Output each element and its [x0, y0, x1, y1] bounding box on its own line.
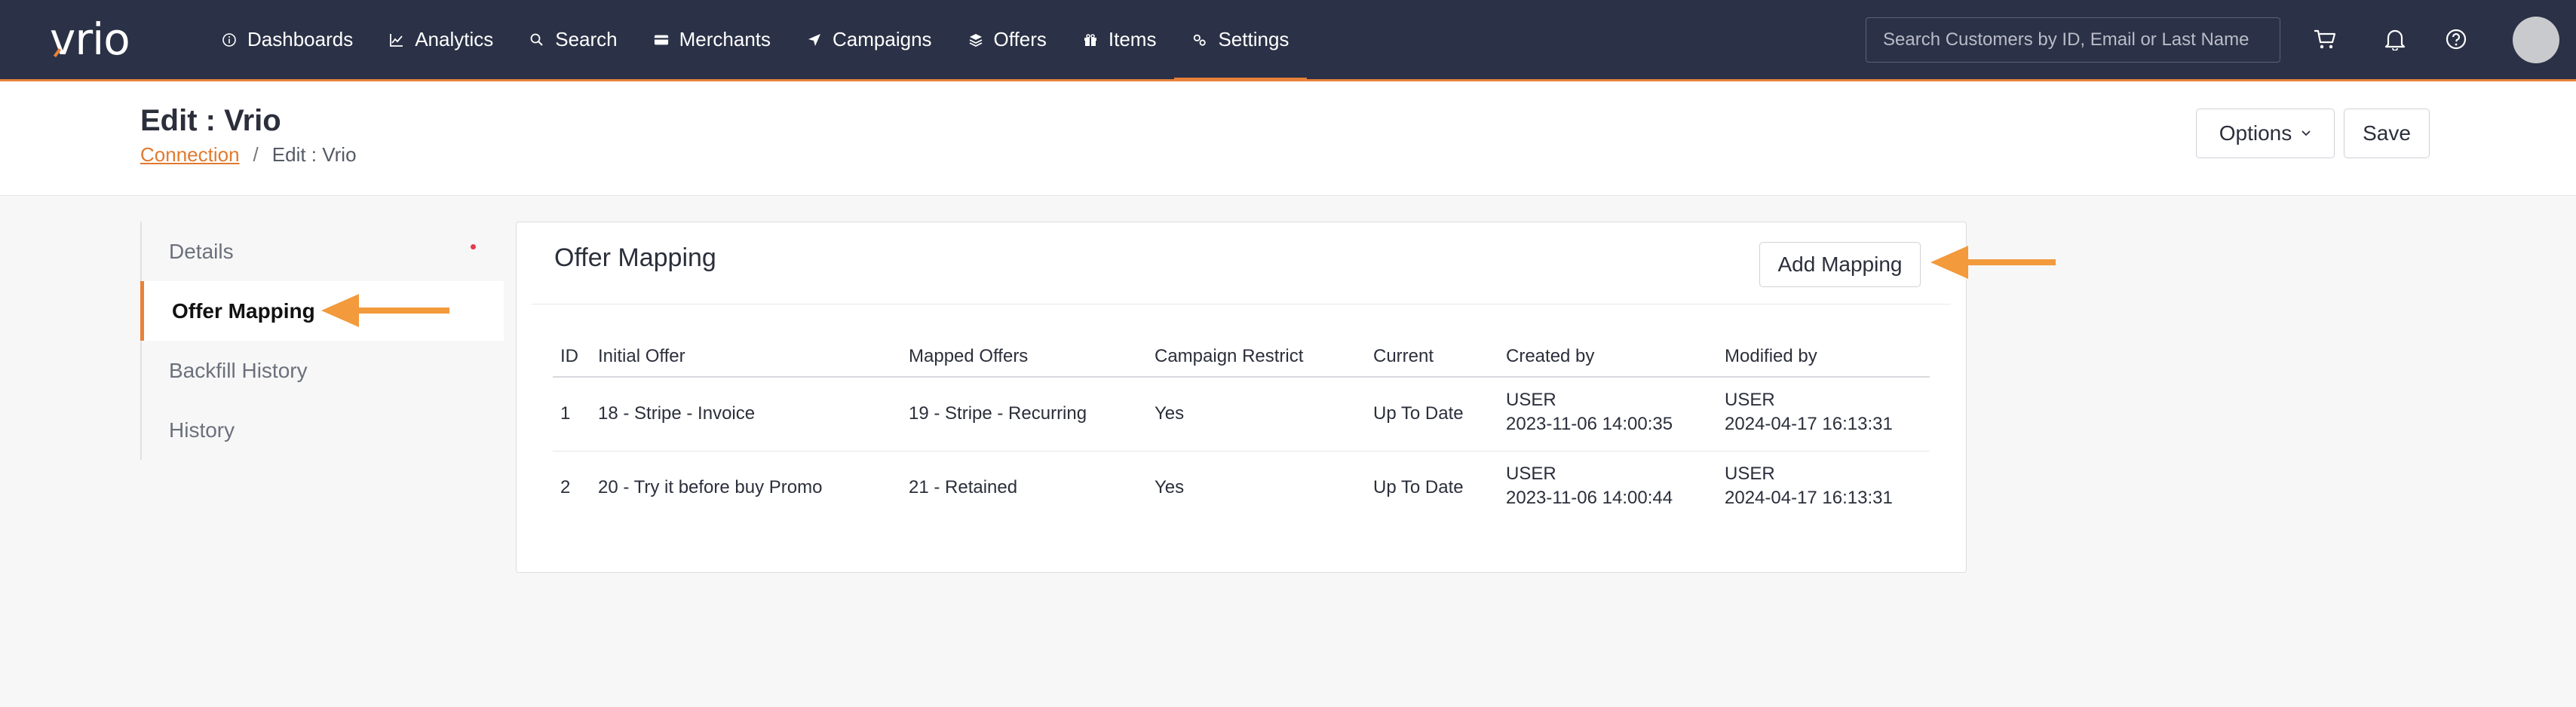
- card-title: Offer Mapping: [554, 243, 716, 272]
- line-chart-icon: [389, 32, 404, 47]
- nav-label: Analytics: [415, 28, 494, 50]
- divider: [532, 304, 1951, 305]
- modified-user: USER: [1725, 464, 1775, 484]
- cell-campaign-restrict: Yes: [1155, 403, 1185, 424]
- cell-modified-by: USER 2024-04-17 16:13:31: [1725, 462, 1893, 510]
- add-mapping-button[interactable]: Add Mapping: [1759, 242, 1921, 287]
- cell-initial-offer: 20 - Try it before buy Promo: [598, 477, 823, 497]
- nav-label: Offers: [993, 28, 1047, 50]
- info-circle-icon: [222, 32, 237, 47]
- subnav-label: Offer Mapping: [172, 298, 315, 323]
- gears-icon: [1192, 32, 1207, 47]
- layers-icon: [968, 32, 983, 47]
- help-icon[interactable]: [2441, 24, 2471, 54]
- offer-mapping-card: Offer Mapping Add Mapping ID Initial Off…: [516, 222, 1967, 573]
- top-navbar: vrio Dashboards Analytics Search Merchan…: [0, 0, 2576, 81]
- created-at: 2023-11-06 14:00:44: [1506, 488, 1673, 508]
- annotation-arrow-left-icon: [321, 294, 449, 327]
- avatar[interactable]: [2513, 17, 2559, 63]
- table-header: ID Initial Offer Mapped Offers Campaign …: [553, 337, 1930, 378]
- offer-mapping-table: ID Initial Offer Mapped Offers Campaign …: [553, 337, 1930, 525]
- cell-modified-by: USER 2024-04-17 16:13:31: [1725, 388, 1893, 436]
- cell-mapped-offers: 19 - Stripe - Recurring: [909, 403, 1087, 424]
- subnav-item-backfill-history[interactable]: Backfill History: [142, 341, 505, 400]
- nav-label: Merchants: [679, 28, 771, 50]
- created-at: 2023-11-06 14:00:35: [1506, 414, 1673, 434]
- nav-item-settings[interactable]: Settings: [1174, 0, 1308, 81]
- logo-text: vrio: [50, 14, 130, 65]
- breadcrumb-connection-link[interactable]: Connection: [140, 143, 240, 167]
- cell-mapped-offers: 21 - Retained: [909, 477, 1018, 497]
- customer-search-input[interactable]: [1866, 17, 2280, 63]
- main-nav: Dashboards Analytics Search Merchants Ca…: [204, 0, 1308, 81]
- cell-current: Up To Date: [1373, 403, 1464, 424]
- nav-item-offers[interactable]: Offers: [950, 0, 1065, 79]
- chevron-down-icon: [2301, 130, 2311, 137]
- created-user: USER: [1506, 464, 1556, 484]
- created-user: USER: [1506, 390, 1556, 410]
- modified-at: 2024-04-17 16:13:31: [1725, 488, 1893, 508]
- nav-label: Settings: [1218, 28, 1290, 50]
- bell-icon[interactable]: [2380, 24, 2410, 54]
- nav-item-dashboards[interactable]: Dashboards: [204, 0, 371, 79]
- breadcrumb-separator: /: [253, 143, 259, 166]
- cell-initial-offer: 18 - Stripe - Invoice: [598, 403, 756, 424]
- subnav-label: Details: [169, 239, 234, 263]
- vrio-logo[interactable]: vrio: [50, 15, 170, 63]
- cart-icon[interactable]: [2310, 24, 2340, 54]
- column-header: Mapped Offers: [909, 346, 1029, 366]
- settings-subnav: Details Offer Mapping Backfill History H…: [140, 222, 505, 460]
- cell-campaign-restrict: Yes: [1155, 477, 1185, 497]
- gift-box-icon: [1083, 32, 1098, 47]
- nav-item-search[interactable]: Search: [511, 0, 635, 79]
- annotation-arrow-left-icon: [1930, 246, 2056, 279]
- column-header: Created by: [1506, 346, 1595, 366]
- nav-label: Items: [1108, 28, 1157, 50]
- nav-label: Campaigns: [833, 28, 932, 50]
- page-header: Edit : Vrio Connection / Edit : Vrio Opt…: [0, 81, 2576, 196]
- subnav-item-details[interactable]: Details: [142, 222, 505, 281]
- options-label: Options: [2219, 121, 2292, 145]
- cell-current: Up To Date: [1373, 477, 1464, 497]
- save-button[interactable]: Save: [2344, 109, 2430, 158]
- breadcrumb-current: Edit : Vrio: [271, 143, 357, 166]
- nav-label: Search: [555, 28, 618, 50]
- modified-at: 2024-04-17 16:13:31: [1725, 414, 1893, 434]
- cell-created-by: USER 2023-11-06 14:00:44: [1506, 462, 1673, 510]
- options-button[interactable]: Options: [2196, 109, 2335, 158]
- column-header: ID: [560, 346, 578, 366]
- cell-created-by: USER 2023-11-06 14:00:35: [1506, 388, 1673, 436]
- nav-item-items[interactable]: Items: [1065, 0, 1175, 79]
- nav-item-analytics[interactable]: Analytics: [371, 0, 511, 79]
- table-row[interactable]: 2 20 - Try it before buy Promo 21 - Reta…: [553, 451, 1930, 525]
- credit-card-icon: [654, 32, 669, 47]
- subnav-label: Backfill History: [169, 358, 308, 382]
- search-icon: [529, 32, 544, 47]
- breadcrumb: Connection / Edit : Vrio: [140, 143, 357, 167]
- cell-id: 2: [560, 477, 571, 497]
- column-header: Modified by: [1725, 346, 1817, 366]
- subnav-item-history[interactable]: History: [142, 400, 505, 460]
- page-title: Edit : Vrio: [140, 104, 281, 137]
- column-header: Initial Offer: [598, 346, 685, 366]
- column-header: Campaign Restrict: [1155, 346, 1304, 366]
- modified-user: USER: [1725, 390, 1775, 410]
- nav-item-merchants[interactable]: Merchants: [636, 0, 789, 79]
- table-row[interactable]: 1 18 - Stripe - Invoice 19 - Stripe - Re…: [553, 378, 1930, 451]
- cell-id: 1: [560, 403, 571, 424]
- paper-plane-icon: [807, 32, 822, 47]
- required-indicator: [471, 244, 476, 249]
- subnav-label: History: [169, 418, 235, 442]
- column-header: Current: [1373, 346, 1434, 366]
- nav-label: Dashboards: [247, 28, 354, 50]
- nav-item-campaigns[interactable]: Campaigns: [789, 0, 950, 79]
